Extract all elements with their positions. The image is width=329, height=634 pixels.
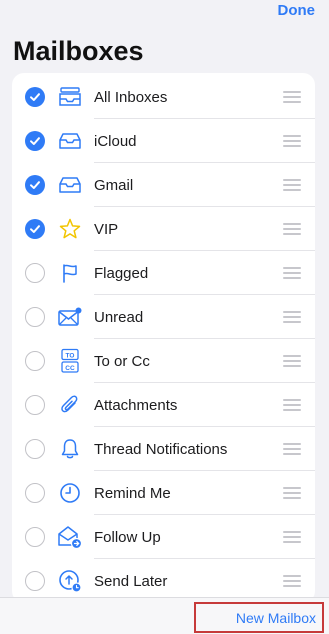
mailbox-label: To or Cc — [94, 353, 150, 370]
reorder-grip-icon[interactable] — [283, 531, 301, 543]
done-button[interactable]: Done — [278, 2, 316, 19]
mailbox-label: Thread Notifications — [94, 441, 228, 458]
mailbox-row-to-or-cc[interactable]: TO CC To or Cc — [12, 339, 315, 383]
unchecked-circle-icon[interactable] — [25, 351, 45, 371]
unchecked-circle-icon[interactable] — [25, 483, 45, 503]
mailbox-row-icloud[interactable]: iCloud — [12, 119, 315, 163]
mailbox-label: Follow Up — [94, 529, 161, 546]
reorder-grip-icon[interactable] — [283, 399, 301, 411]
reorder-grip-icon[interactable] — [283, 575, 301, 587]
star-icon — [57, 216, 83, 242]
mailbox-list: All Inboxes iCloud Gmail VIP Flagged Unr… — [12, 73, 315, 603]
clock-icon — [57, 480, 83, 506]
reorder-grip-icon[interactable] — [283, 311, 301, 323]
page-title: Mailboxes — [13, 36, 144, 66]
mailbox-row-remind-me[interactable]: Remind Me — [12, 471, 315, 515]
checkmark-icon[interactable] — [25, 87, 45, 107]
unchecked-circle-icon[interactable] — [25, 439, 45, 459]
all-inboxes-icon — [57, 84, 83, 110]
follow-up-envelope-icon — [57, 524, 83, 550]
mailbox-row-vip[interactable]: VIP — [12, 207, 315, 251]
mailbox-row-all-inboxes[interactable]: All Inboxes — [12, 75, 315, 119]
mailbox-label: VIP — [94, 221, 119, 238]
mailbox-label: iCloud — [94, 133, 137, 150]
mailbox-label: Attachments — [94, 397, 178, 414]
unchecked-circle-icon[interactable] — [25, 571, 45, 591]
reorder-grip-icon[interactable] — [283, 267, 301, 279]
inbox-tray-icon — [57, 172, 83, 198]
reorder-grip-icon[interactable] — [283, 91, 301, 103]
mailbox-row-gmail[interactable]: Gmail — [12, 163, 315, 207]
new-mailbox-label: New Mailbox — [235, 609, 316, 626]
reorder-grip-icon[interactable] — [283, 135, 301, 147]
checkmark-icon[interactable] — [25, 219, 45, 239]
mailbox-label: Send Later — [94, 573, 168, 590]
mailbox-row-thread-notifications[interactable]: Thread Notifications — [12, 427, 315, 471]
to-cc-icon: TO CC — [57, 348, 83, 374]
bell-icon — [57, 436, 83, 462]
inbox-tray-icon — [57, 128, 83, 154]
unchecked-circle-icon[interactable] — [25, 527, 45, 547]
reorder-grip-icon[interactable] — [283, 355, 301, 367]
mailbox-label: Remind Me — [94, 485, 171, 502]
to-cc-icon-top-text: TO — [66, 353, 75, 360]
reorder-grip-icon[interactable] — [283, 443, 301, 455]
checkmark-icon[interactable] — [25, 175, 45, 195]
new-mailbox-button[interactable]: New Mailbox — [194, 602, 324, 633]
reorder-grip-icon[interactable] — [283, 487, 301, 499]
mailbox-label: Flagged — [94, 265, 149, 282]
mailbox-label: All Inboxes — [94, 89, 168, 106]
unread-envelope-icon — [57, 304, 83, 330]
unchecked-circle-icon[interactable] — [25, 263, 45, 283]
mailbox-label: Gmail — [94, 177, 134, 194]
paperclip-icon — [57, 392, 83, 418]
flag-icon — [57, 260, 83, 286]
mailbox-row-attachments[interactable]: Attachments — [12, 383, 315, 427]
checkmark-icon[interactable] — [25, 131, 45, 151]
mailbox-row-flagged[interactable]: Flagged — [12, 251, 315, 295]
to-cc-icon-bottom-text: CC — [65, 365, 75, 372]
reorder-grip-icon[interactable] — [283, 223, 301, 235]
send-later-clock-icon — [57, 568, 83, 594]
unchecked-circle-icon[interactable] — [25, 307, 45, 327]
unchecked-circle-icon[interactable] — [25, 395, 45, 415]
mailbox-label: Unread — [94, 309, 144, 326]
mailbox-row-follow-up[interactable]: Follow Up — [12, 515, 315, 559]
reorder-grip-icon[interactable] — [283, 179, 301, 191]
mailbox-row-unread[interactable]: Unread — [12, 295, 315, 339]
